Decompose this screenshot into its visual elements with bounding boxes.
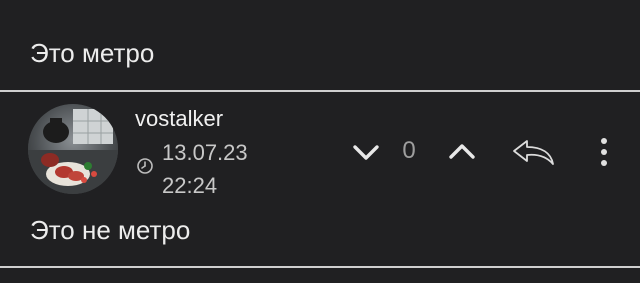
comment-time: 22:24 bbox=[162, 173, 218, 198]
comment-thread: Это метро vostalker 13.07.23 22:24 0 Это… bbox=[0, 0, 640, 283]
username[interactable]: vostalker bbox=[135, 104, 223, 134]
reply-arrow-icon bbox=[513, 140, 554, 165]
more-options-button[interactable] bbox=[590, 130, 618, 174]
previous-comment-text: Это метро bbox=[30, 38, 155, 68]
downvote-button[interactable] bbox=[346, 134, 386, 170]
more-vertical-icon bbox=[601, 138, 607, 166]
comment-text: Это не метро bbox=[30, 215, 191, 245]
avatar-image bbox=[28, 104, 118, 194]
chevron-down-icon bbox=[353, 145, 379, 160]
vote-score: 0 bbox=[402, 137, 416, 164]
upvote-button[interactable] bbox=[442, 134, 482, 170]
reply-button[interactable] bbox=[508, 134, 560, 170]
avatar[interactable] bbox=[28, 104, 118, 194]
comment-date: 13.07.23 bbox=[162, 140, 248, 165]
chevron-up-icon bbox=[449, 144, 475, 159]
divider bbox=[0, 90, 640, 92]
divider bbox=[0, 266, 640, 268]
clock-icon bbox=[137, 158, 153, 174]
